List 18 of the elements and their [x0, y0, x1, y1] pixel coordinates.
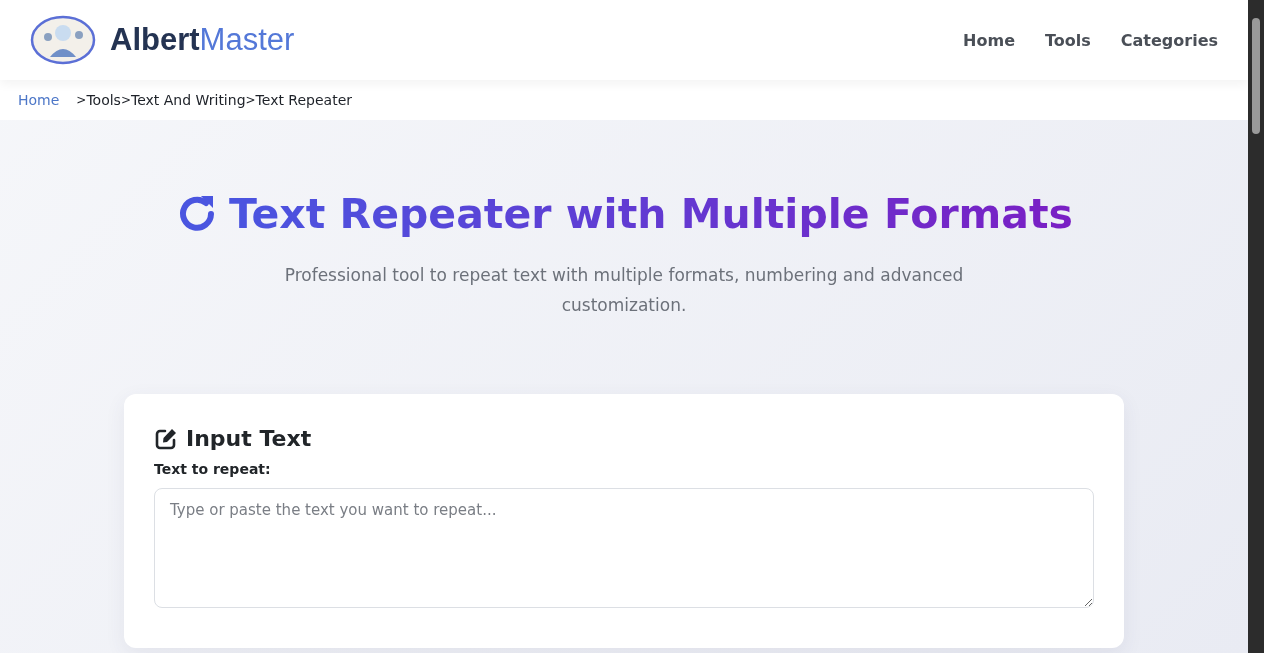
card-title: Input Text	[186, 426, 312, 451]
nav-link[interactable]: Categories	[1120, 30, 1218, 50]
breadcrumb-separator: >	[120, 93, 131, 107]
breadcrumb-separator: >	[245, 93, 256, 107]
breadcrumb-link[interactable]: Text And Writing	[130, 92, 246, 108]
nav-link[interactable]: Tools	[1045, 30, 1091, 50]
breadcrumb-link[interactable]: Tools	[86, 92, 121, 108]
breadcrumb-link[interactable]: Home	[18, 92, 60, 108]
logo-icon[interactable]	[30, 15, 96, 65]
logo-text[interactable]: AlbertMaster	[110, 22, 295, 58]
breadcrumb-separator: >	[76, 93, 87, 107]
edit-icon	[154, 426, 178, 451]
page-subtitle: Professional tool to repeat text with multiple formats, numbering and advanced customization.	[283, 264, 965, 317]
text-input-field[interactable]: Type or paste the text you want to repeat...	[154, 488, 1094, 608]
scrollbar[interactable]	[1248, 0, 1264, 653]
field-label: Text to repeat:	[154, 461, 272, 477]
breadcrumb-link[interactable]: Text Repeater	[255, 92, 352, 108]
nav-link[interactable]: Home	[963, 30, 1015, 50]
